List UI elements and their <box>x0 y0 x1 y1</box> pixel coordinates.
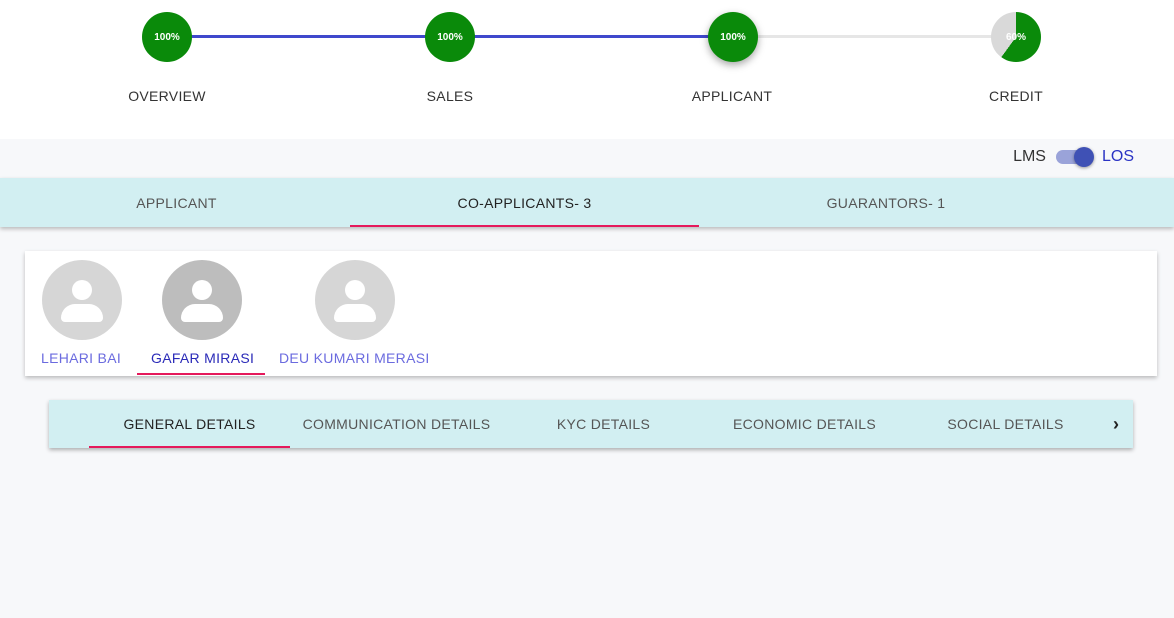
step-sales-progress[interactable]: 100% <box>425 12 475 62</box>
avatar-icon <box>42 260 122 340</box>
tab-label: APPLICANT <box>136 194 217 211</box>
avatar-icon <box>315 260 395 340</box>
progress-stepper: 100% 100% 100% 60% OVERVIEW SALES APPLIC… <box>0 0 1174 139</box>
tab-label: GUARANTORS- 1 <box>826 194 946 211</box>
step-label-sales: SALES <box>426 88 474 104</box>
step-percent: 100% <box>720 31 746 43</box>
toggle-right-label[interactable]: LOS <box>1102 148 1134 166</box>
tab-guarantors[interactable]: GUARANTORS- 1 <box>699 178 1073 227</box>
detail-tabs: GENERAL DETAILS COMMUNICATION DETAILS KY… <box>49 400 1133 448</box>
step-percent: 60% <box>1005 31 1026 43</box>
tab-general-details[interactable]: GENERAL DETAILS <box>89 400 290 448</box>
step-overview-progress[interactable]: 100% <box>142 12 192 62</box>
chevron-right-icon[interactable]: › <box>1113 414 1119 434</box>
tab-label: GENERAL DETAILS <box>123 416 256 432</box>
tab-label: COMMUNICATION DETAILS <box>302 416 491 432</box>
tab-label: KYC DETAILS <box>556 416 651 432</box>
mode-toggle: LMS LOS <box>1013 147 1134 167</box>
co-applicant-name: LEHARI BAI <box>41 350 122 366</box>
step-connector-1 <box>167 35 450 38</box>
mode-switch[interactable] <box>1055 147 1094 167</box>
active-indicator <box>137 373 265 375</box>
step-label-applicant: APPLICANT <box>691 88 773 104</box>
applicant-tabs: APPLICANT CO-APPLICANTS- 3 GUARANTORS- 1 <box>0 178 1174 227</box>
tab-applicant[interactable]: APPLICANT <box>3 178 350 227</box>
co-applicant-name: GAFAR MIRASI <box>151 350 255 366</box>
avatar-icon <box>162 260 242 340</box>
tab-label: CO-APPLICANTS- 3 <box>457 194 592 211</box>
step-label-credit: CREDIT <box>989 88 1043 104</box>
step-percent: 100% <box>154 31 180 43</box>
tab-label: SOCIAL DETAILS <box>947 416 1064 432</box>
co-applicant-deu-kumari-merasi[interactable]: DEU KUMARI MERASI <box>275 251 435 376</box>
step-connector-2 <box>450 35 733 38</box>
step-credit-progress[interactable]: 60% <box>991 12 1041 62</box>
co-applicant-name: DEU KUMARI MERASI <box>279 350 430 366</box>
tab-co-applicants[interactable]: CO-APPLICANTS- 3 <box>350 178 699 227</box>
tab-communication-details[interactable]: COMMUNICATION DETAILS <box>290 400 503 448</box>
step-percent: 100% <box>437 31 463 43</box>
step-applicant-progress[interactable]: 100% <box>708 12 758 62</box>
co-applicant-lehari-bai[interactable]: LEHARI BAI <box>25 251 137 376</box>
switch-thumb[interactable] <box>1073 147 1094 167</box>
tab-economic-details[interactable]: ECONOMIC DETAILS <box>704 400 905 448</box>
co-applicant-gafar-mirasi[interactable]: GAFAR MIRASI <box>137 251 265 376</box>
toggle-left-label[interactable]: LMS <box>1013 148 1046 166</box>
step-connector-3 <box>733 35 1016 38</box>
tab-kyc-details[interactable]: KYC DETAILS <box>503 400 704 448</box>
tab-social-details[interactable]: SOCIAL DETAILS <box>905 400 1106 448</box>
tab-label: ECONOMIC DETAILS <box>732 416 876 432</box>
co-applicant-list: LEHARI BAI GAFAR MIRASI DEU KUMARI MERAS… <box>25 251 1157 376</box>
step-label-overview: OVERVIEW <box>128 88 206 104</box>
